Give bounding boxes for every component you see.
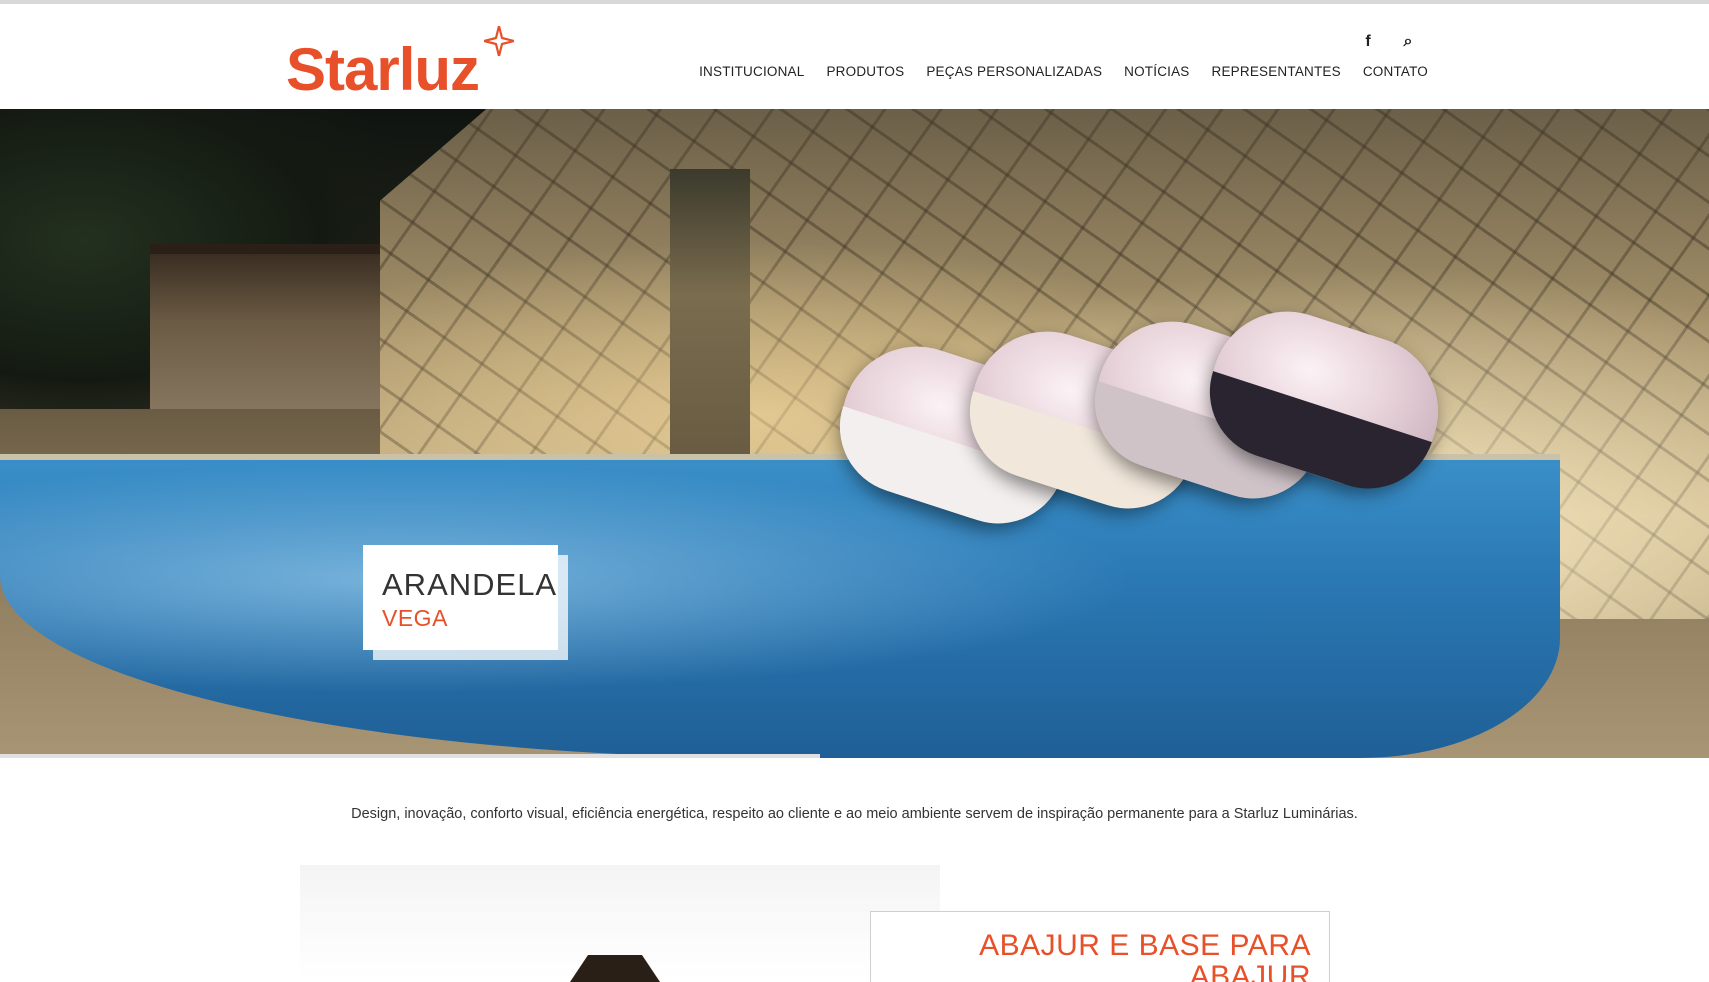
- site-header: Starluz f ⌕ INSTITUCIONAL PRODUTOS PEÇAS…: [0, 4, 1709, 109]
- hero-slider[interactable]: ARANDELA VEGA: [0, 109, 1709, 758]
- nav-produtos[interactable]: PRODUTOS: [826, 64, 904, 79]
- facebook-icon[interactable]: f: [1360, 34, 1376, 50]
- nav-institucional[interactable]: INSTITUCIONAL: [699, 64, 804, 79]
- nav-noticias[interactable]: NOTÍCIAS: [1124, 64, 1189, 79]
- feature-title: ABAJUR E BASE PARA ABAJUR: [979, 929, 1311, 982]
- slide-title: ARANDELA: [382, 567, 558, 602]
- nav-contato[interactable]: CONTATO: [1363, 64, 1428, 79]
- search-icon[interactable]: ⌕: [1400, 34, 1416, 50]
- feature-card[interactable]: ABAJUR E BASE PARA ABAJUR: [870, 911, 1330, 982]
- background-cabana: [150, 244, 390, 424]
- slide-subtitle: VEGA: [382, 605, 448, 631]
- logo-text: Starluz: [286, 36, 480, 103]
- product-lamps-image: [822, 292, 1458, 541]
- nav-pecas-personalizadas[interactable]: PEÇAS PERSONALIZADAS: [926, 64, 1102, 79]
- starluz-logo[interactable]: Starluz: [286, 26, 514, 103]
- nav-representantes[interactable]: REPRESENTANTES: [1212, 64, 1341, 79]
- company-tagline: Design, inovação, conforto visual, efici…: [351, 806, 1358, 822]
- slider-progress-bar: [0, 754, 821, 758]
- sparkle-star-icon: [484, 26, 514, 56]
- header-icons: f ⌕: [1360, 34, 1416, 50]
- slide-caption[interactable]: ARANDELA VEGA: [363, 545, 558, 650]
- main-nav: INSTITUCIONAL PRODUTOS PEÇAS PERSONALIZA…: [699, 64, 1428, 79]
